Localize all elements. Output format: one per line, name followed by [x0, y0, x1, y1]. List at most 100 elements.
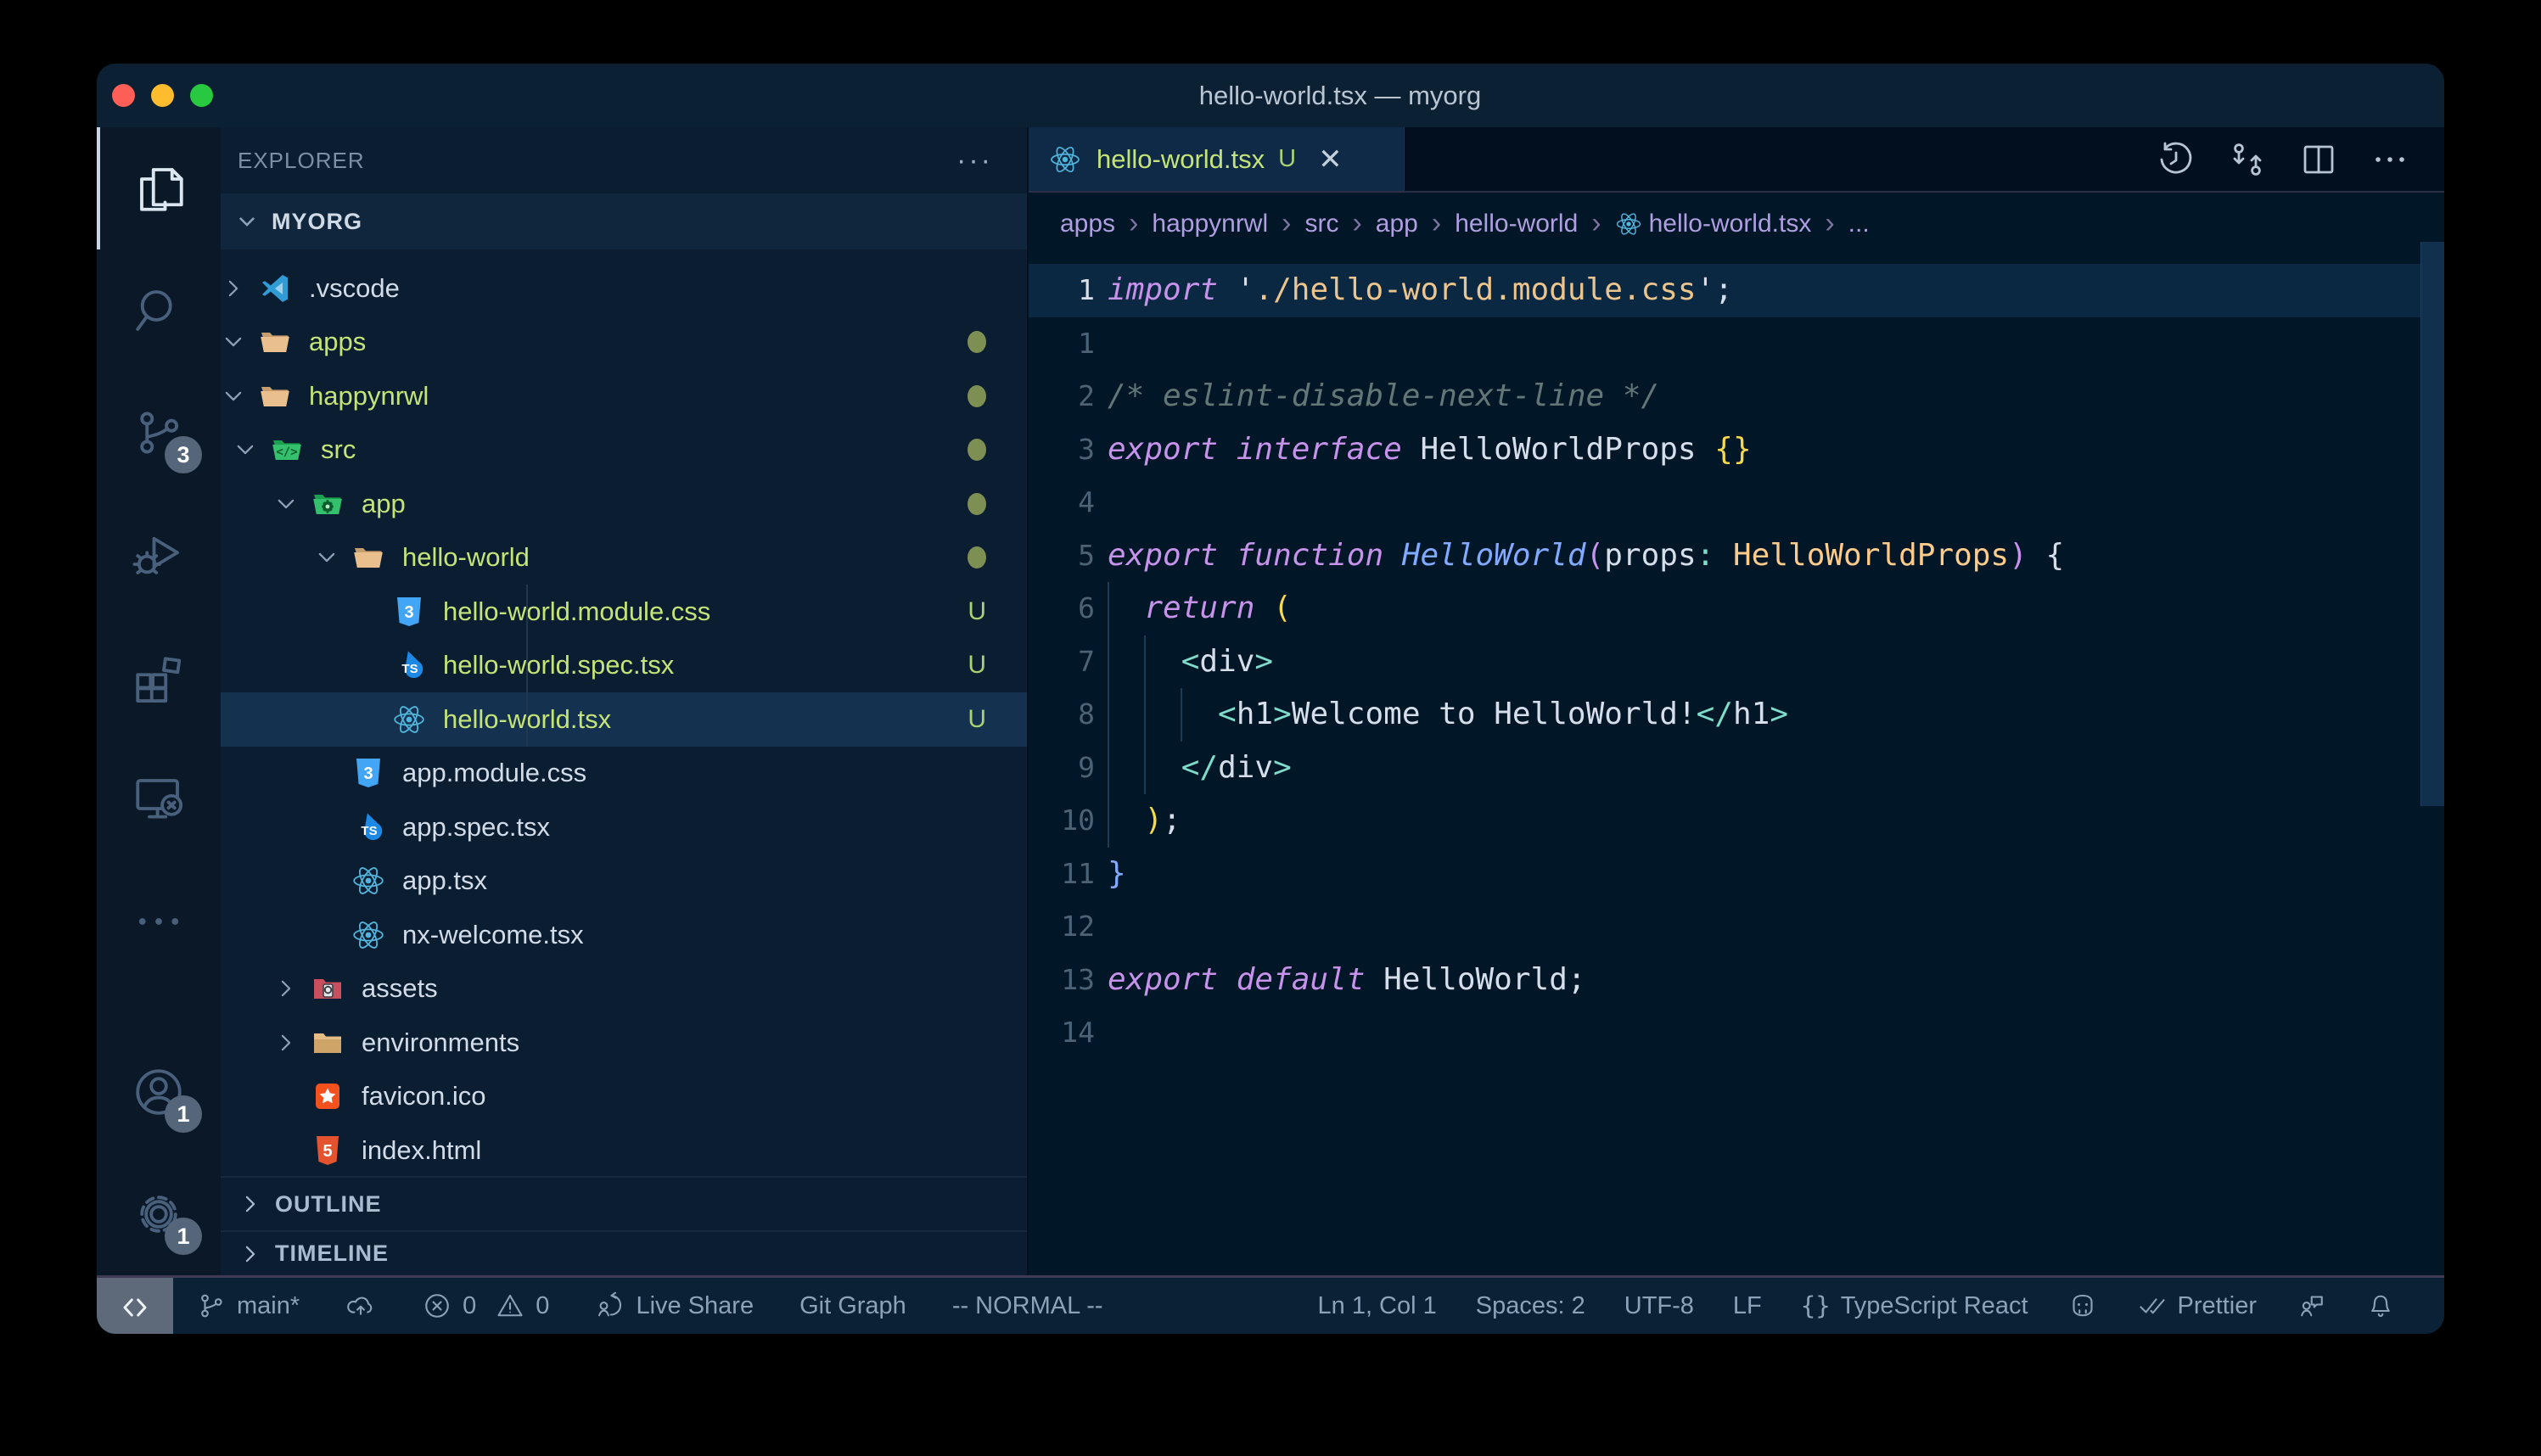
status-eol[interactable]: LF [1714, 1278, 1781, 1334]
tree-item-nx-welcome-tsx[interactable]: nx-welcome.tsx [221, 908, 1027, 962]
code-line-7[interactable]: 7 <div> [1029, 636, 2444, 689]
code-editor[interactable]: 1import './hello-world.module.css';12/* … [1029, 255, 2444, 1275]
git-modified-dot [968, 385, 986, 407]
code-line-8[interactable]: 8 <h1>Welcome to HelloWorld!</h1> [1029, 688, 2444, 742]
status-remote-indicator[interactable] [97, 1278, 173, 1334]
tree-item-hello-world-module-css[interactable]: 3hello-world.module.cssU [221, 585, 1027, 639]
breadcrumb-item-happynrwl[interactable]: happynrwl [1152, 210, 1268, 238]
code-line-14[interactable]: 14 [1029, 1006, 2444, 1060]
breadcrumb-item-hello-world-tsx[interactable]: hello-world.tsx [1615, 210, 1812, 238]
status-vim-mode[interactable]: -- NORMAL -- [929, 1278, 1126, 1334]
ellipsis-icon[interactable] [2370, 139, 2410, 180]
activity-search[interactable] [97, 249, 221, 372]
status-copilot[interactable] [2048, 1278, 2118, 1334]
status-encoding[interactable]: UTF-8 [1605, 1278, 1714, 1334]
code-line-1[interactable]: 1 [1029, 317, 2444, 371]
breadcrumb-item-app[interactable]: app [1376, 210, 1418, 238]
code-line-1-current[interactable]: 1import './hello-world.module.css'; [1029, 264, 2444, 317]
tree-item-apps[interactable]: apps [221, 316, 1027, 370]
folder-app-icon [311, 487, 345, 521]
extensions-icon [131, 649, 187, 705]
tree-item-favicon-ico[interactable]: favicon.ico [221, 1070, 1027, 1124]
tab-close-icon[interactable]: ✕ [1318, 143, 1343, 176]
split-editor-icon[interactable] [2298, 139, 2339, 180]
activity-run-and-debug[interactable] [97, 494, 221, 616]
tree-item--vscode[interactable]: .vscode [221, 261, 1027, 316]
git-modified-dot [968, 493, 986, 515]
breadcrumb-item-src[interactable]: src [1304, 210, 1338, 238]
tree-item-happynrwl[interactable]: happynrwl [221, 369, 1027, 423]
status-cursor-position[interactable]: Ln 1, Col 1 [1299, 1278, 1456, 1334]
activity-extensions[interactable] [97, 616, 221, 738]
close-window-button[interactable] [112, 84, 135, 107]
code-line-2[interactable]: 2/* eslint-disable-next-line */ [1029, 370, 2444, 423]
tab-hello-world-tsx[interactable]: hello-world.tsx U ✕ [1029, 127, 1405, 191]
workspace-section-header[interactable]: MYORG [221, 193, 1027, 249]
code-line-4[interactable]: 4 [1029, 476, 2444, 529]
code-line-6[interactable]: 6 return ( [1029, 582, 2444, 636]
test-file-icon: TS [351, 810, 385, 844]
status-sync[interactable] [323, 1278, 399, 1334]
code-line-3[interactable]: 3export interface HelloWorldProps {} [1029, 423, 2444, 477]
tree-item-app[interactable]: app [221, 477, 1027, 531]
tree-item-hello-world-spec-tsx[interactable]: TShello-world.spec.tsxU [221, 639, 1027, 693]
tree-item-label: app.module.css [402, 758, 586, 788]
folder-src-icon: </> [270, 433, 304, 467]
tree-item-hello-world[interactable]: hello-world [221, 531, 1027, 585]
breadcrumb-item--[interactable]: ... [1848, 210, 1870, 238]
tree-item-hello-world-tsx[interactable]: hello-world.tsxU [221, 692, 1027, 747]
activity-settings[interactable]: 1 [97, 1153, 221, 1275]
breadcrumb: apps›happynrwl›src›app›hello-world› hell… [1029, 193, 2444, 255]
breadcrumb-item-hello-world[interactable]: hello-world [1455, 210, 1578, 238]
tree-item-assets[interactable]: assets [221, 962, 1027, 1016]
status-problems[interactable]: 00 [399, 1278, 572, 1334]
tree-item-label: favicon.ico [362, 1081, 485, 1112]
tree-item-src[interactable]: </>src [221, 423, 1027, 478]
activity-explorer[interactable] [97, 127, 221, 249]
maximize-window-button[interactable] [190, 84, 213, 107]
activity-source-control[interactable]: 3 [97, 372, 221, 494]
status-formatter[interactable]: Prettier [2118, 1278, 2276, 1334]
tree-item-app-tsx[interactable]: app.tsx [221, 854, 1027, 909]
status-git-graph[interactable]: Git Graph [777, 1278, 929, 1334]
section-timeline[interactable]: TIMELINE [221, 1230, 1027, 1275]
status-live-share[interactable]: Live Share [572, 1278, 777, 1334]
status-label: Spaces: 2 [1476, 1292, 1585, 1320]
status-label: UTF-8 [1624, 1292, 1694, 1320]
code-line-13[interactable]: 13export default HelloWorld; [1029, 954, 2444, 1007]
code-text: } [1108, 848, 1126, 901]
tree-item-app-spec-tsx[interactable]: TSapp.spec.tsx [221, 800, 1027, 854]
status-indentation[interactable]: Spaces: 2 [1456, 1278, 1605, 1334]
code-text: export function HelloWorld(props: HelloW… [1108, 529, 2064, 583]
open-changes-icon[interactable] [2227, 139, 2268, 180]
code-line-11[interactable]: 11} [1029, 848, 2444, 901]
status-git-branch[interactable]: main* [173, 1278, 323, 1334]
files-icon [132, 160, 188, 216]
activity-remote-explorer[interactable] [97, 738, 221, 860]
code-line-12[interactable]: 12 [1029, 900, 2444, 954]
code-line-9[interactable]: 9 </div> [1029, 742, 2444, 795]
status-notifications[interactable] [2346, 1278, 2415, 1334]
activity-accounts[interactable]: 1 [97, 1031, 221, 1153]
editor-scrollbar[interactable] [2420, 242, 2444, 806]
code-line-10[interactable]: 10 ); [1029, 794, 2444, 848]
tree-item-index-html[interactable]: 5index.html [221, 1123, 1027, 1176]
code-line-5[interactable]: 5export function HelloWorld(props: Hello… [1029, 529, 2444, 583]
window-controls [112, 64, 213, 127]
section-outline[interactable]: OUTLINE [221, 1176, 1027, 1230]
breadcrumb-separator-icon: › [1591, 207, 1601, 240]
explorer-more-actions-icon[interactable]: ··· [956, 144, 993, 177]
line-number: 8 [1029, 688, 1095, 742]
tree-item-environments[interactable]: environments [221, 1016, 1027, 1070]
code-text: ); [1108, 794, 1181, 848]
status-language-mode[interactable]: {}TypeScript React [1781, 1278, 2048, 1334]
activity-bar: 3 11 [97, 127, 221, 1275]
history-icon[interactable] [2156, 139, 2196, 180]
tree-item-app-module-css[interactable]: 3app.module.css [221, 747, 1027, 801]
status-feedback[interactable] [2276, 1278, 2346, 1334]
chevron-right-icon [221, 277, 246, 300]
minimize-window-button[interactable] [151, 84, 174, 107]
tree-item-label: apps [309, 327, 366, 357]
breadcrumb-item-apps[interactable]: apps [1060, 210, 1115, 238]
activity-more[interactable] [97, 860, 221, 983]
